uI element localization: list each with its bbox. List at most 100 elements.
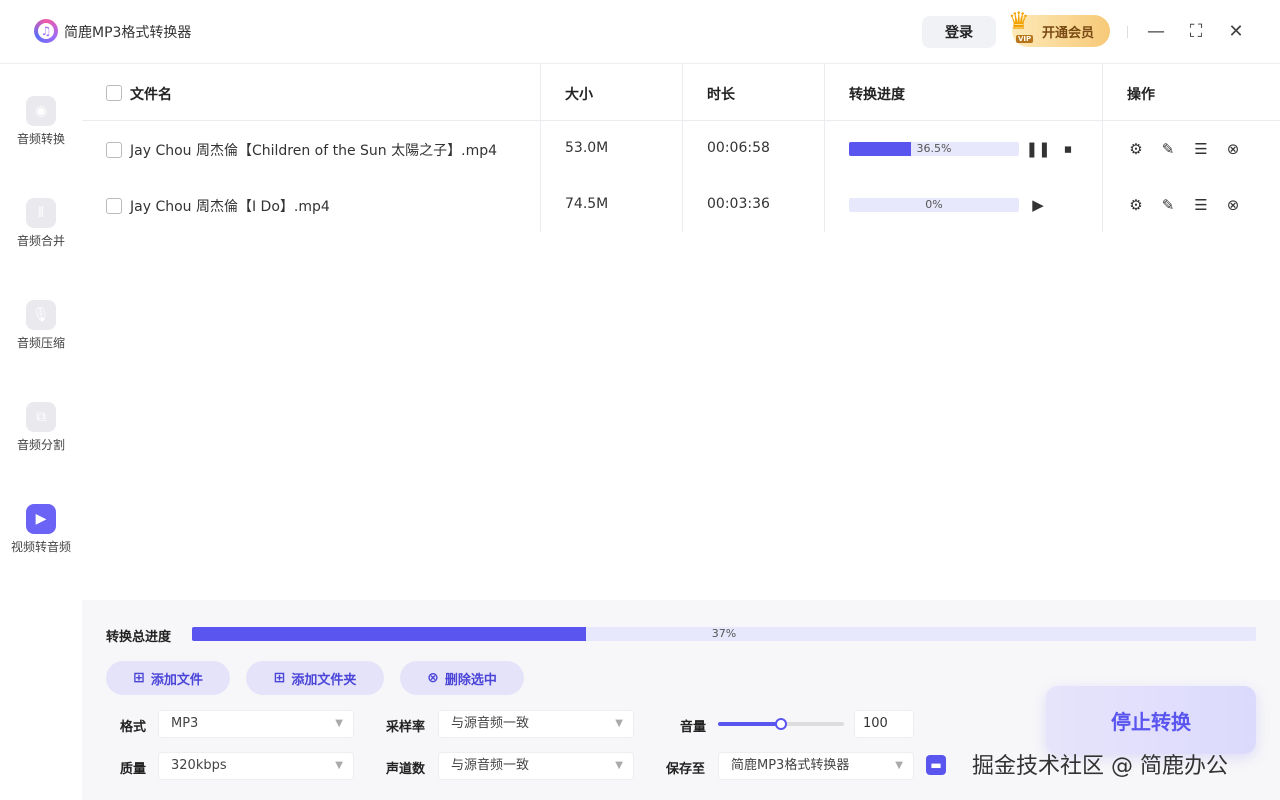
vip-tag: VIP [1016, 35, 1034, 43]
format-label: 格式 [120, 720, 147, 735]
row-checkbox[interactable] [106, 198, 122, 214]
audio-compress-icon: 🎙︎ [26, 300, 56, 330]
file-size: 74.5M [565, 196, 609, 212]
sidebar-item-label: 音频分割 [16, 438, 65, 452]
header-size: 大小 [565, 87, 593, 103]
add-file-label: 添加文件 [150, 672, 203, 688]
sidebar-item-audio-split[interactable]: ⧉ 音频分割 [0, 402, 82, 472]
header-actions: 操作 [1127, 87, 1155, 103]
select-all-checkbox[interactable] [106, 85, 122, 101]
add-file-button[interactable]: ⊞ 添加文件 [106, 661, 230, 695]
minimize-button[interactable]: — [1143, 18, 1169, 44]
play-icon[interactable]: ▶ [1028, 195, 1048, 215]
sidebar-item-label: 音频合并 [16, 234, 65, 248]
divider [1127, 26, 1128, 38]
quality-label: 质量 [120, 762, 147, 777]
file-duration: 00:06:58 [707, 140, 770, 156]
delete-selected-label: 删除选中 [444, 672, 497, 688]
remove-icon[interactable]: ⊗ [1223, 139, 1243, 159]
folder-icon[interactable]: ▬ [926, 755, 946, 775]
menu-icon[interactable]: ☰ [1191, 195, 1211, 215]
volume-input[interactable]: 100 [854, 710, 914, 738]
sidebar-item-label: 音频转换 [16, 132, 65, 146]
format-select[interactable]: MP3 ▼ [158, 710, 354, 738]
sidebar-item-audio-convert[interactable]: ◉ 音频转换 [0, 96, 82, 166]
bottom-panel: 转换总进度 37% ⊞ 添加文件 ⊞ 添加文件夹 ⊗ 删除选中 格式 MP3 ▼… [82, 600, 1280, 800]
chevron-down-icon: ▼ [615, 718, 623, 729]
sidebar-item-video-to-audio[interactable]: ▶ 视频转音频 [0, 504, 82, 574]
quality-select[interactable]: 320kbps ▼ [158, 752, 354, 780]
chevron-down-icon: ▼ [335, 718, 343, 729]
channels-value: 与源音频一致 [451, 758, 530, 773]
format-value: MP3 [171, 716, 199, 731]
row-progress-bar: 0% [849, 198, 1019, 212]
save-to-value: 简鹿MP3格式转换器 [731, 758, 850, 773]
login-button[interactable]: 登录 [922, 16, 996, 48]
total-progress-label: 转换总进度 [106, 630, 172, 645]
maximize-button[interactable]: ⛶ [1183, 18, 1209, 44]
audio-merge-icon: ⦀ [26, 198, 56, 228]
sidebar: ◉ 音频转换 ⦀ 音频合并 🎙︎ 音频压缩 ⧉ 音频分割 ▶ 视频转音频 [0, 64, 82, 800]
video-to-audio-icon: ▶ [26, 504, 56, 534]
pause-icon[interactable]: ❚❚ [1025, 139, 1050, 159]
settings-icon[interactable]: ⚙ [1126, 139, 1146, 159]
sample-rate-label: 采样率 [386, 720, 426, 735]
header-duration: 时长 [707, 87, 735, 103]
header-name: 文件名 [130, 87, 172, 103]
audio-convert-icon: ◉ [26, 96, 56, 126]
title-bar: 简鹿MP3格式转换器 登录 ♛ VIP 开通会员 — ⛶ ✕ [0, 0, 1280, 64]
channels-select[interactable]: 与源音频一致 ▼ [438, 752, 634, 780]
app-logo-icon [34, 19, 58, 43]
remove-icon[interactable]: ⊗ [1223, 195, 1243, 215]
stop-icon[interactable]: ⏹︎ [1058, 139, 1078, 159]
total-progress-text: 37% [711, 627, 737, 640]
header-progress: 转换进度 [849, 87, 905, 103]
table-row[interactable]: Jay Chou 周杰倫【I Do】.mp4 74.5M 00:03:36 0%… [82, 177, 1280, 233]
crown-icon: ♛ [1008, 7, 1030, 35]
save-to-select[interactable]: 简鹿MP3格式转换器 ▼ [718, 752, 914, 780]
table-row[interactable]: Jay Chou 周杰倫【Children of the Sun 太陽之子】.m… [82, 121, 1280, 177]
vip-label: 开通会员 [1042, 25, 1095, 41]
save-to-label: 保存至 [666, 762, 706, 777]
add-folder-label: 添加文件夹 [291, 672, 357, 688]
file-table: 文件名 大小 时长 转换进度 操作 Jay Chou 周杰倫【Children … [82, 64, 1280, 600]
chevron-down-icon: ▼ [895, 760, 903, 771]
progress-text: 0% [925, 198, 943, 211]
sidebar-item-audio-compress[interactable]: 🎙︎ 音频压缩 [0, 300, 82, 370]
row-checkbox[interactable] [106, 142, 122, 158]
file-size: 53.0M [565, 140, 609, 156]
edit-icon[interactable]: ✎ [1158, 195, 1178, 215]
channels-label: 声道数 [386, 762, 426, 777]
add-folder-icon: ⊞ [273, 670, 286, 686]
sample-rate-select[interactable]: 与源音频一致 ▼ [438, 710, 634, 738]
file-duration: 00:03:36 [707, 196, 770, 212]
volume-slider-thumb[interactable] [775, 718, 787, 730]
row-progress-bar: 36.5% [849, 142, 1019, 156]
settings-icon[interactable]: ⚙ [1126, 195, 1146, 215]
volume-slider[interactable] [718, 718, 844, 730]
volume-slider-fill [718, 722, 781, 726]
close-button[interactable]: ✕ [1223, 18, 1249, 44]
watermark: 掘金技术社区 @ 简鹿办公 [972, 754, 1228, 779]
total-progress-bar: 37% [192, 627, 1256, 641]
add-folder-button[interactable]: ⊞ 添加文件夹 [246, 661, 384, 695]
table-header: 文件名 大小 时长 转换进度 操作 [82, 64, 1280, 121]
file-name: Jay Chou 周杰倫【Children of the Sun 太陽之子】.m… [130, 143, 498, 159]
quality-value: 320kbps [171, 758, 227, 773]
volume-label: 音量 [680, 720, 707, 735]
app-title: 简鹿MP3格式转换器 [64, 25, 192, 41]
sidebar-item-label: 音频压缩 [16, 336, 65, 350]
delete-selected-button[interactable]: ⊗ 删除选中 [400, 661, 524, 695]
audio-split-icon: ⧉ [26, 402, 56, 432]
file-name: Jay Chou 周杰倫【I Do】.mp4 [130, 199, 330, 215]
chevron-down-icon: ▼ [335, 760, 343, 771]
stop-conversion-button[interactable]: 停止转换 [1046, 686, 1256, 754]
delete-icon: ⊗ [427, 670, 439, 686]
edit-icon[interactable]: ✎ [1158, 139, 1178, 159]
sample-rate-value: 与源音频一致 [451, 716, 530, 731]
add-file-icon: ⊞ [133, 670, 145, 686]
menu-icon[interactable]: ☰ [1191, 139, 1211, 159]
vip-button[interactable]: ♛ VIP 开通会员 [1008, 9, 1110, 47]
sidebar-item-label: 视频转音频 [10, 540, 71, 554]
sidebar-item-audio-merge[interactable]: ⦀ 音频合并 [0, 198, 82, 268]
